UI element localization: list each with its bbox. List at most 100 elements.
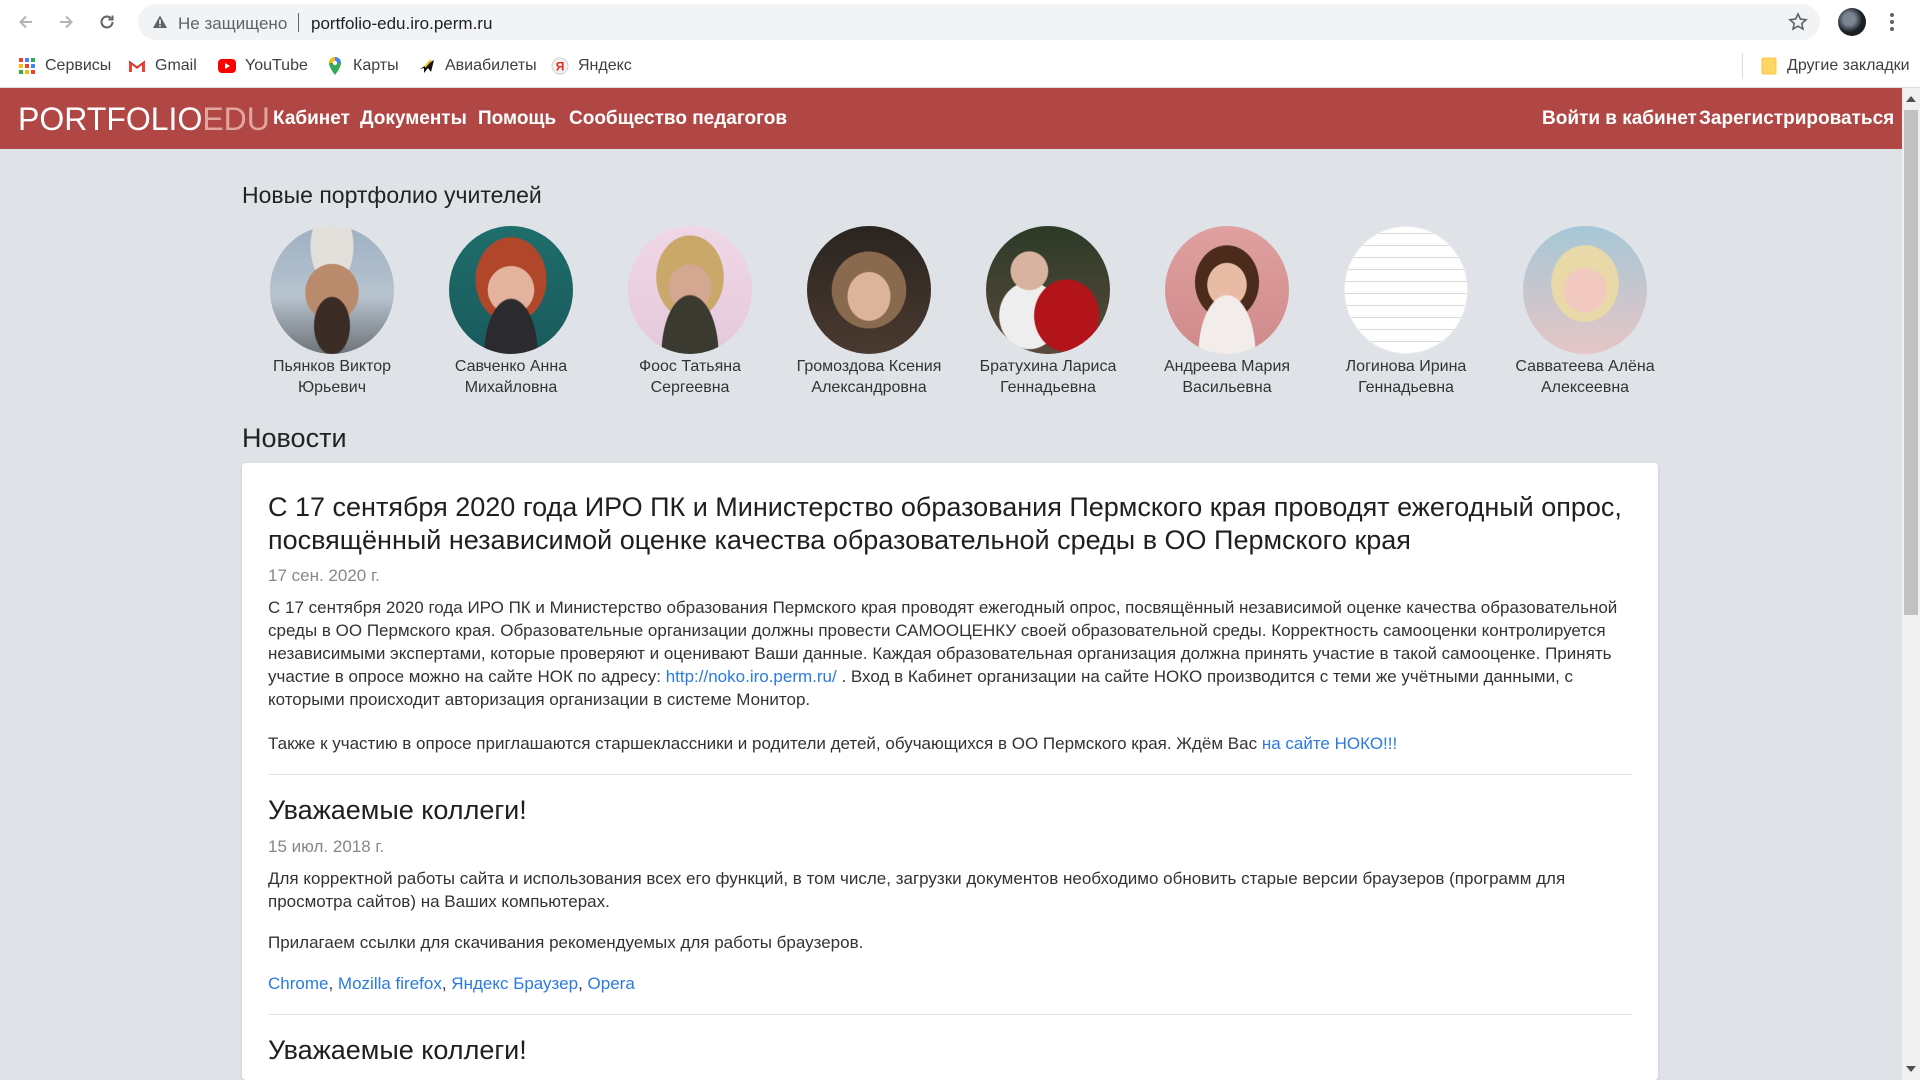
maps-pin-icon [326,57,344,75]
teacher-photo[interactable] [449,226,573,354]
teacher-name-line: Васильевна [1182,379,1272,396]
teacher-name-line: Геннадьевна [1000,379,1096,396]
logo-accent: EDU [202,101,270,137]
teacher-card[interactable]: Савченко Анна Михайловна [421,224,601,404]
teacher-name-line: Пьянков Виктор [272,358,392,375]
news-title[interactable]: Уважаемые коллеги! [268,1034,527,1067]
back-arrow-icon[interactable] [12,8,40,36]
bookmark-label: Яндекс [578,57,632,74]
youtube-icon [218,57,236,75]
teacher-card[interactable]: Громоздова Ксения Александровна [779,224,959,404]
browser-links: Chrome, Mozilla firefox, Яндекс Браузер,… [268,972,1638,995]
teacher-name-line: Логинова Ирина [1345,358,1467,375]
news-date: 15 июл. 2018 г. [268,837,385,856]
teacher-name-line: Сергеевна [650,379,730,396]
chrome-link[interactable]: Chrome [268,974,328,993]
teacher-name-line: Андреева Мария [1163,358,1291,375]
nav-teacher-community[interactable]: Сообщество педагогов [569,108,787,130]
teacher-photo[interactable] [628,226,752,354]
scrollbar-thumb[interactable] [1904,110,1918,615]
reload-icon[interactable] [93,8,121,36]
airplane-icon [418,57,436,75]
warning-triangle-icon[interactable] [152,14,168,35]
teacher-card[interactable]: Савватеева Алёна Алексеевна [1495,224,1675,404]
firefox-link[interactable]: Mozilla firefox [338,974,442,993]
teacher-name-line: Юрьевич [297,379,367,396]
teacher-card[interactable]: Пьянков Виктор Юрьевич [242,224,422,404]
teacher-name[interactable]: Фоос Татьяна Сергеевна [600,356,780,398]
news-title[interactable]: С 17 сентября 2020 года ИРО ПК и Министе… [268,491,1638,557]
news-body-text: Также к участию в опросе приглашаются ст… [268,734,1262,753]
bookmark-yandex[interactable]: Я Яндекс [551,55,632,77]
scroll-down-arrow-icon[interactable] [1906,1066,1916,1072]
login-link[interactable]: Войти в кабинет [1542,108,1697,130]
other-bookmarks[interactable]: Другие закладки [1760,55,1910,77]
teacher-name-line: Фоос Татьяна [638,358,742,375]
teacher-card[interactable]: Логинова Ирина Геннадьевна [1316,224,1496,404]
news-section-title: Новости [242,423,347,453]
profile-avatar[interactable] [1838,8,1866,36]
teachers-section-title: Новые портфолио учителей [242,182,542,208]
bookmark-tickets[interactable]: Авиабилеты [418,55,537,77]
teacher-name-line: Братухина Лариса [979,358,1117,375]
browser-menu-icon[interactable] [1885,9,1899,35]
nav-documents[interactable]: Документы [360,108,467,130]
teacher-name[interactable]: Пьянков Виктор Юрьевич [242,356,422,398]
teacher-card[interactable]: Братухина Лариса Геннадьевна [958,224,1138,404]
teacher-name[interactable]: Логинова Ирина Геннадьевна [1316,356,1496,398]
news-title[interactable]: Уважаемые коллеги! [268,794,527,827]
news-body: Для корректной работы сайта и использова… [268,869,1566,911]
teacher-photo[interactable] [807,226,931,354]
teacher-name-line: Александровна [811,379,927,396]
noko-site-link[interactable]: на сайте НОКО!!! [1262,734,1397,753]
teacher-photo[interactable] [1523,226,1647,354]
address-bar[interactable]: Не защищено portfolio-edu.iro.perm.ru [138,4,1820,40]
teacher-name[interactable]: Савченко Анна Михайловна [421,356,601,398]
teacher-photo[interactable] [986,226,1110,354]
news-divider [268,774,1632,775]
bookmark-gmail[interactable]: Gmail [128,55,197,77]
nav-cabinet[interactable]: Кабинет [273,108,350,130]
bookmarks-bar: Сервисы Gmail YouTube Карты Авиабилеты Я… [0,44,1920,88]
teacher-name[interactable]: Громоздова Ксения Александровна [779,356,959,398]
url-text[interactable]: portfolio-edu.iro.perm.ru [311,14,492,34]
teacher-name-line: Савченко Анна [454,358,568,375]
teacher-card[interactable]: Фоос Татьяна Сергеевна [600,224,780,404]
gmail-icon [128,57,146,75]
bookmark-star-icon[interactable] [1788,12,1808,37]
bookmark-maps[interactable]: Карты [326,55,399,77]
register-link[interactable]: Зарегистрироваться [1699,108,1894,130]
opera-link[interactable]: Opera [588,974,635,993]
forward-arrow-icon[interactable] [52,8,80,36]
news-body: Прилагаем ссылки для скачивания рекоменд… [268,933,864,952]
teacher-card[interactable]: Андреева Мария Васильевна [1137,224,1317,404]
news-divider [268,1014,1632,1015]
security-status-text[interactable]: Не защищено [178,14,287,34]
bookmark-label: YouTube [245,57,308,74]
teacher-photo[interactable] [1165,226,1289,354]
bookmark-label: Gmail [155,57,197,74]
site-logo[interactable]: PORTFOLIOEDU [18,101,270,138]
news-date: 17 сен. 2020 г. [268,566,380,585]
link-separator: , [578,974,588,993]
yandex-browser-link[interactable]: Яндекс Браузер [451,974,578,993]
scroll-up-arrow-icon[interactable] [1906,96,1916,102]
omnibox-divider [298,13,299,32]
teacher-name[interactable]: Андреева Мария Васильевна [1137,356,1317,398]
news-body: Также к участию в опросе приглашаются ст… [268,732,1638,755]
yandex-icon: Я [551,57,569,75]
teacher-photo[interactable] [1344,226,1468,354]
link-separator: , [328,974,338,993]
svg-text:Я: Я [556,60,565,74]
nav-help[interactable]: Помощь [478,108,556,130]
teacher-name-line: Геннадьевна [1358,379,1454,396]
site-header: PORTFOLIOEDU Кабинет Документы Помощь Со… [0,88,1902,149]
teacher-name[interactable]: Братухина Лариса Геннадьевна [958,356,1138,398]
teacher-name-line: Громоздова Ксения [796,358,942,375]
teacher-photo[interactable] [270,226,394,354]
noko-url-link[interactable]: http://noko.iro.perm.ru/ [666,667,837,686]
bookmark-services[interactable]: Сервисы [18,55,111,77]
browser-toolbar: Не защищено portfolio-edu.iro.perm.ru [0,0,1920,44]
bookmark-youtube[interactable]: YouTube [218,55,308,77]
teacher-name[interactable]: Савватеева Алёна Алексеевна [1495,356,1675,398]
